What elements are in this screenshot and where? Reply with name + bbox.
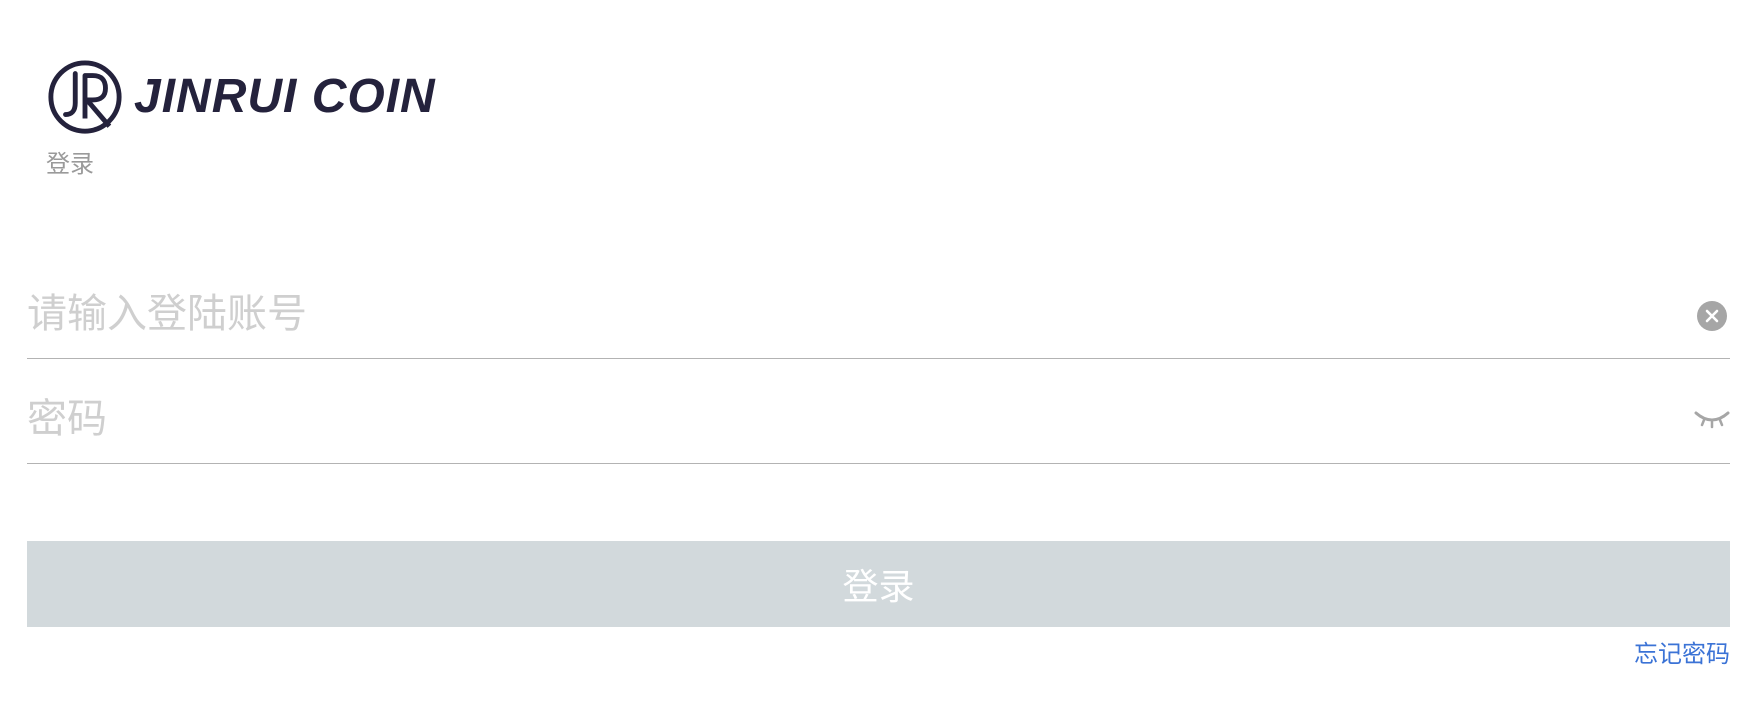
- page-subtitle: 登录: [46, 150, 94, 178]
- eye-closed-icon[interactable]: [1694, 407, 1730, 431]
- account-field: [27, 270, 1730, 359]
- clear-circle-icon[interactable]: [1697, 301, 1727, 331]
- account-input[interactable]: [27, 270, 1627, 358]
- password-field: [27, 375, 1730, 464]
- password-input[interactable]: [27, 375, 1627, 463]
- jr-monogram-icon: [48, 60, 122, 134]
- brand-logo: JINRUI COIN: [46, 58, 436, 136]
- forgot-password-link[interactable]: 忘记密码: [1634, 634, 1730, 669]
- login-button[interactable]: 登录: [27, 541, 1730, 627]
- brand-name: JINRUI COIN: [134, 70, 436, 123]
- header: JINRUI COIN 登录: [46, 58, 436, 178]
